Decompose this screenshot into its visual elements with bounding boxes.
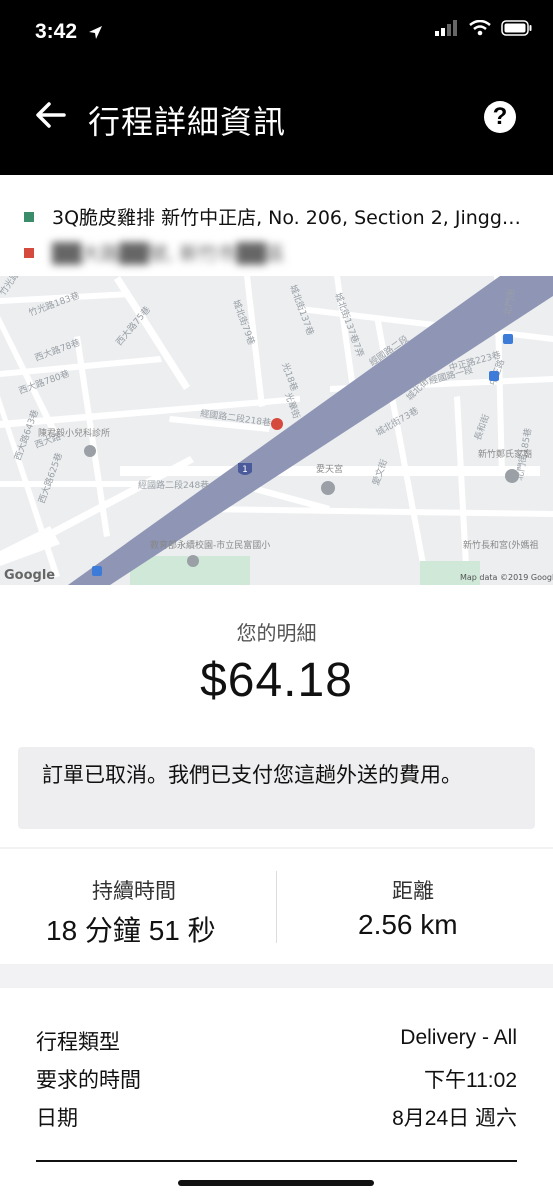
poi-label: 新竹長和宮(外媽祖 (463, 539, 539, 551)
road-label: 竹光路 (0, 276, 22, 298)
trip-info-list: 行程類型 Delivery - All 要求的時間 下午11:02 日期 8月2… (0, 988, 553, 1200)
fare-details-label: 您的明細 (236, 621, 317, 645)
svg-text:1: 1 (242, 465, 248, 475)
duration-label: 持續時間 (92, 879, 176, 903)
school-pin-icon (187, 555, 199, 567)
road-label: 西大路625巷 (36, 451, 65, 505)
shrine-pin-icon (505, 469, 519, 483)
fare-card: 您的明細 $64.18 訂單已取消。我們已支付您這趟外送的費用。 (0, 585, 553, 847)
info-value: Delivery - All (400, 1026, 517, 1049)
pickup-row: 3Q脆皮雞排 新竹中正店, No. 206, Section 2, Jingg… (24, 203, 521, 230)
poi-label: 陳君毅小兒科診所 (38, 427, 110, 439)
distance-label: 距離 (392, 879, 434, 903)
road-label: 長和街 (472, 413, 493, 442)
page-title: 行程詳細資訊 (88, 103, 287, 141)
info-value: 8月24日 週六 (392, 1107, 517, 1130)
battery-icon (501, 20, 532, 36)
stats-divider (276, 871, 277, 943)
status-time: 3:42 (35, 20, 78, 43)
park-area (130, 556, 480, 585)
status-icons (435, 20, 533, 36)
pickup-address: 3Q脆皮雞排 新竹中正店, No. 206, Section 2, Jingg… (52, 207, 521, 229)
info-key: 行程類型 (36, 1030, 120, 1054)
dropoff-address: ██大路██號, 新竹市██區 (52, 243, 285, 265)
distance-value: 2.56 km (358, 909, 458, 940)
transit-icon (503, 334, 513, 344)
google-logo: Google (4, 568, 55, 583)
home-indicator[interactable] (178, 1180, 374, 1186)
transit-icon (92, 566, 102, 576)
road-label: 光18巷 (279, 361, 300, 393)
poi-label: 新竹鄭氏家廟 (478, 448, 532, 460)
cancel-notice: 訂單已取消。我們已支付您這趟外送的費用。 (18, 747, 535, 829)
dropoff-location-pin (271, 418, 283, 430)
map-attribution: Map data ©2019 Google (460, 573, 553, 582)
back-arrow-icon[interactable] (33, 98, 67, 132)
help-icon[interactable]: ? (484, 101, 516, 133)
trip-stats: 持續時間 18 分鐘 51 秒 距離 2.56 km (0, 849, 553, 964)
dropoff-marker-icon (24, 247, 34, 258)
wifi-icon (469, 20, 491, 36)
poi-label: 愛天宮 (316, 463, 343, 475)
top-bar: 3:42 行程詳細資訊 ? (0, 0, 553, 175)
highway-shield-icon: 1 (238, 463, 252, 475)
info-divider (36, 1160, 517, 1162)
signal-icon (435, 20, 457, 36)
route-map[interactable]: 經國路二段 經國路一段 經國路二段218巷 經國路二段248巷 西大路 西大路6… (0, 276, 553, 585)
road-label: 經國路二段248巷 (138, 479, 209, 491)
cancel-notice-text: 訂單已取消。我們已支付您這趟外送的費用。 (42, 763, 462, 787)
pickup-marker-icon (24, 211, 34, 222)
transit-icon (489, 371, 499, 381)
info-value: 下午11:02 (424, 1069, 517, 1092)
road-label: 西大路643巷 (12, 408, 41, 462)
road-label: 西大路78巷 (33, 336, 82, 364)
temple-pin-icon (321, 481, 335, 495)
duration-value: 18 分鐘 51 秒 (46, 915, 216, 946)
info-key: 要求的時間 (36, 1068, 141, 1092)
info-key: 日期 (36, 1106, 78, 1130)
road-label: 竹光路183巷 (27, 289, 81, 318)
road-label: 光華街 (282, 391, 303, 420)
fare-amount: $64.18 (200, 654, 353, 707)
dropoff-row: ██大路██號, 新竹市██區 (24, 239, 285, 266)
clinic-pin-icon (84, 445, 96, 457)
location-arrow-icon (89, 26, 102, 39)
poi-label: 教育部永續校園-市立民富國小 (150, 539, 270, 551)
trip-addresses: 3Q脆皮雞排 新竹中正店, No. 206, Section 2, Jingg…… (0, 175, 553, 276)
